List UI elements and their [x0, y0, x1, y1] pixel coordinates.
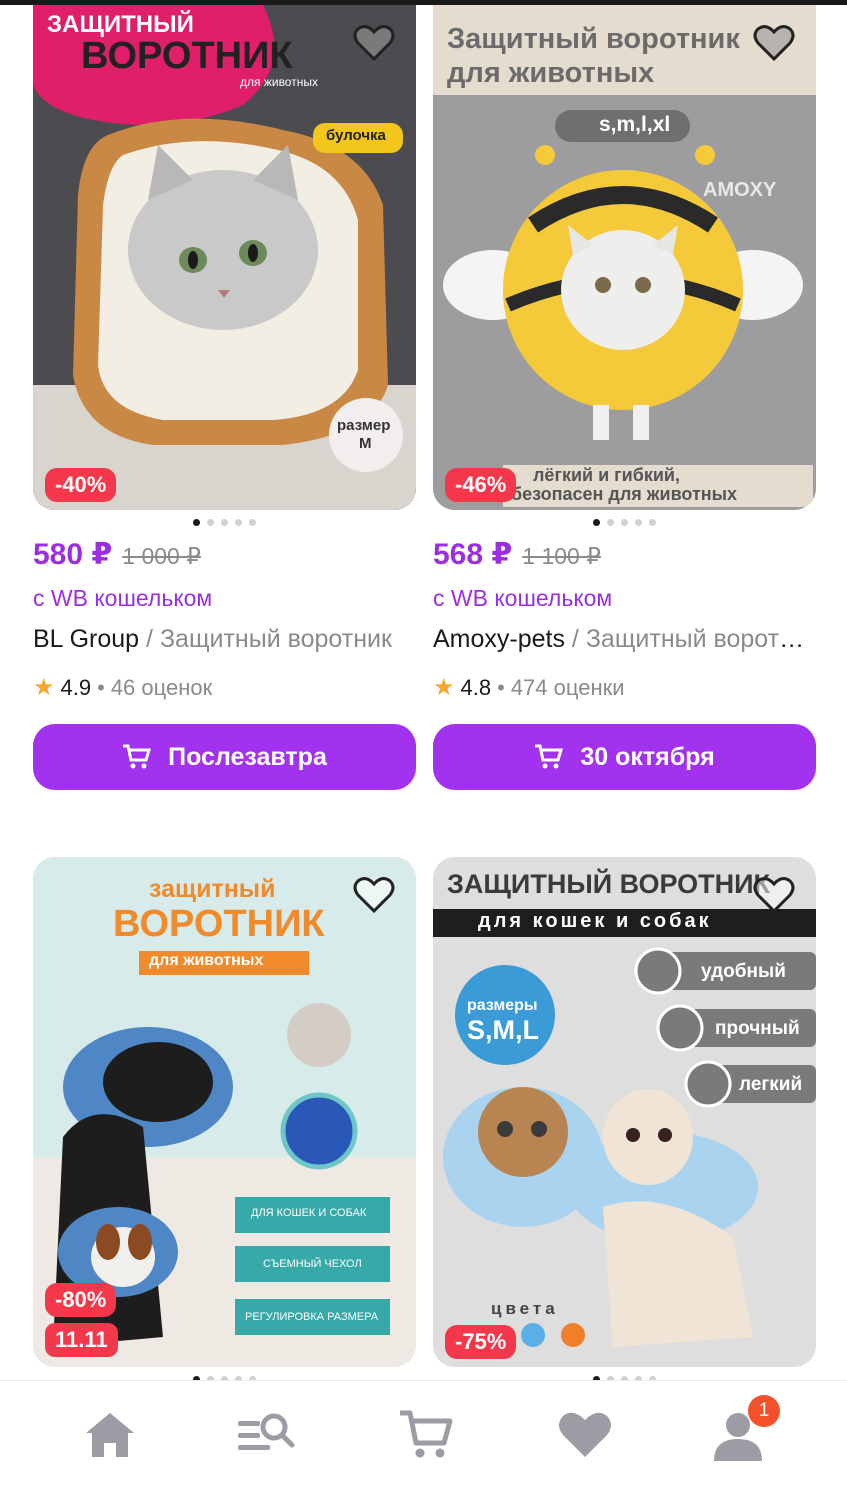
banner-line-2: ВОРОТНИК: [81, 35, 293, 77]
banner-line-2: для животных: [447, 57, 655, 89]
banner-line-2: для кошек и собак: [478, 910, 712, 932]
cart-icon[interactable]: [396, 1405, 456, 1465]
image-pager-dots: [433, 519, 816, 526]
feature-1: ДЛЯ КОШЕК И СОБАК: [251, 1207, 367, 1219]
add-to-cart-button[interactable]: Послезавтра: [33, 724, 416, 790]
favorite-heart-icon[interactable]: [350, 19, 398, 67]
product-image[interactable]: ЗАЩИТНЫЙ ВОРОТНИК для кошек и собак разм…: [433, 857, 816, 1367]
product-image[interactable]: Защитный воротник для животных s,m,l,xl …: [433, 5, 816, 510]
sizes-label: s,m,l,xl: [599, 113, 671, 136]
banner-line-3: для животных: [240, 75, 318, 89]
feature-2: СЪЕМНЫЙ ЧЕХОЛ: [263, 1258, 362, 1270]
wallet-note: с WB кошельком: [433, 585, 613, 611]
delivery-date: 30 октября: [580, 742, 715, 771]
feature-1: удобный: [701, 961, 786, 982]
add-to-cart-button[interactable]: 30 октября: [433, 724, 816, 790]
product-title[interactable]: Amoxy-pets / Защитный воротник: [433, 625, 816, 654]
old-price: 1 100 ₽: [522, 543, 601, 569]
feature-line-2: безопасен для животных: [511, 484, 738, 504]
colors-label: цвета: [491, 1299, 559, 1318]
banner-line-1: ЗАЩИТНЫЙ ВОРОТНИК: [447, 869, 771, 899]
price-block: 568 ₽ 1 100 ₽: [433, 537, 601, 572]
sizes-label: размеры: [467, 997, 538, 1014]
title-separator: /: [564, 625, 586, 653]
favorite-heart-icon[interactable]: [750, 871, 798, 919]
bottom-navigation: [0, 1380, 847, 1488]
banner-line-1: Защитный воротник: [447, 23, 740, 55]
label-tag: булочка: [326, 127, 386, 144]
product-name: Защитный воротник: [159, 625, 392, 653]
notification-badge: 1: [748, 1395, 780, 1427]
discount-badge: -80%: [45, 1283, 117, 1317]
product-image[interactable]: защитный ВОРОТНИК для животных ДЛЯ КОШЕК…: [33, 857, 416, 1367]
promo-badge: 11.11: [45, 1323, 118, 1357]
product-photo: [433, 857, 816, 1367]
cart-icon: [123, 744, 152, 769]
rating-row: ★ 4.8 • 474 оценки: [433, 674, 625, 701]
feature-line-1: лёгкий и гибкий,: [533, 465, 680, 485]
home-icon[interactable]: [80, 1405, 140, 1465]
banner-line-1: защитный: [149, 875, 276, 903]
review-count: 474 оценки: [510, 674, 625, 700]
size-value: M: [359, 435, 372, 452]
star-icon: ★: [433, 674, 455, 701]
favorite-heart-icon[interactable]: [350, 871, 398, 919]
banner-line-3: для животных: [149, 952, 264, 969]
favorite-heart-icon[interactable]: [750, 19, 798, 67]
review-count: 46 оценок: [110, 674, 213, 700]
image-pager-dots: [33, 519, 416, 526]
favorites-icon[interactable]: [555, 1405, 615, 1465]
old-price: 1 000 ₽: [122, 543, 201, 569]
discount-badge: -46%: [445, 468, 517, 502]
feature-2: прочный: [715, 1018, 800, 1039]
rating-value: 4.9: [60, 674, 92, 700]
current-price: 580 ₽: [33, 538, 113, 571]
star-icon: ★: [33, 674, 55, 701]
product-title[interactable]: BL Group / Защитный воротник: [33, 625, 416, 654]
product-card[interactable]: ЗАЩИТНЫЙ ВОРОТНИК для кошек и собак разм…: [433, 857, 816, 1383]
current-price: 568 ₽: [433, 538, 513, 571]
price-block: 580 ₽ 1 000 ₽: [33, 537, 201, 572]
feature-3: легкий: [739, 1074, 803, 1095]
product-name: Защитный воротник: [585, 625, 816, 653]
feature-3: РЕГУЛИРОВКА РАЗМЕРА: [245, 1311, 379, 1323]
product-card[interactable]: защитный ВОРОТНИК для животных ДЛЯ КОШЕК…: [33, 857, 416, 1383]
product-card[interactable]: ЗАЩИТНЫЙ ВОРОТНИК для животных булочка р…: [33, 5, 416, 790]
sizes-value: S,M,L: [467, 1015, 539, 1045]
catalog-search-icon[interactable]: [236, 1405, 296, 1465]
product-card[interactable]: Защитный воротник для животных s,m,l,xl …: [433, 5, 816, 790]
rating-value: 4.8: [460, 674, 492, 700]
product-image[interactable]: ЗАЩИТНЫЙ ВОРОТНИК для животных булочка р…: [33, 5, 416, 510]
delivery-date: Послезавтра: [168, 742, 327, 771]
discount-badge: -75%: [445, 1325, 517, 1359]
brand-name: Amoxy-pets: [433, 625, 565, 653]
brand-name: BL Group: [33, 625, 140, 653]
wallet-note: с WB кошельком: [33, 585, 213, 611]
cart-icon: [535, 744, 564, 769]
banner-line-2: ВОРОТНИК: [113, 903, 325, 945]
rating-row: ★ 4.9 • 46 оценок: [33, 674, 213, 701]
size-label: размер: [337, 417, 391, 434]
brand-watermark: AMOXY: [703, 179, 777, 201]
discount-badge: -40%: [45, 468, 117, 502]
title-separator: /: [139, 625, 160, 653]
